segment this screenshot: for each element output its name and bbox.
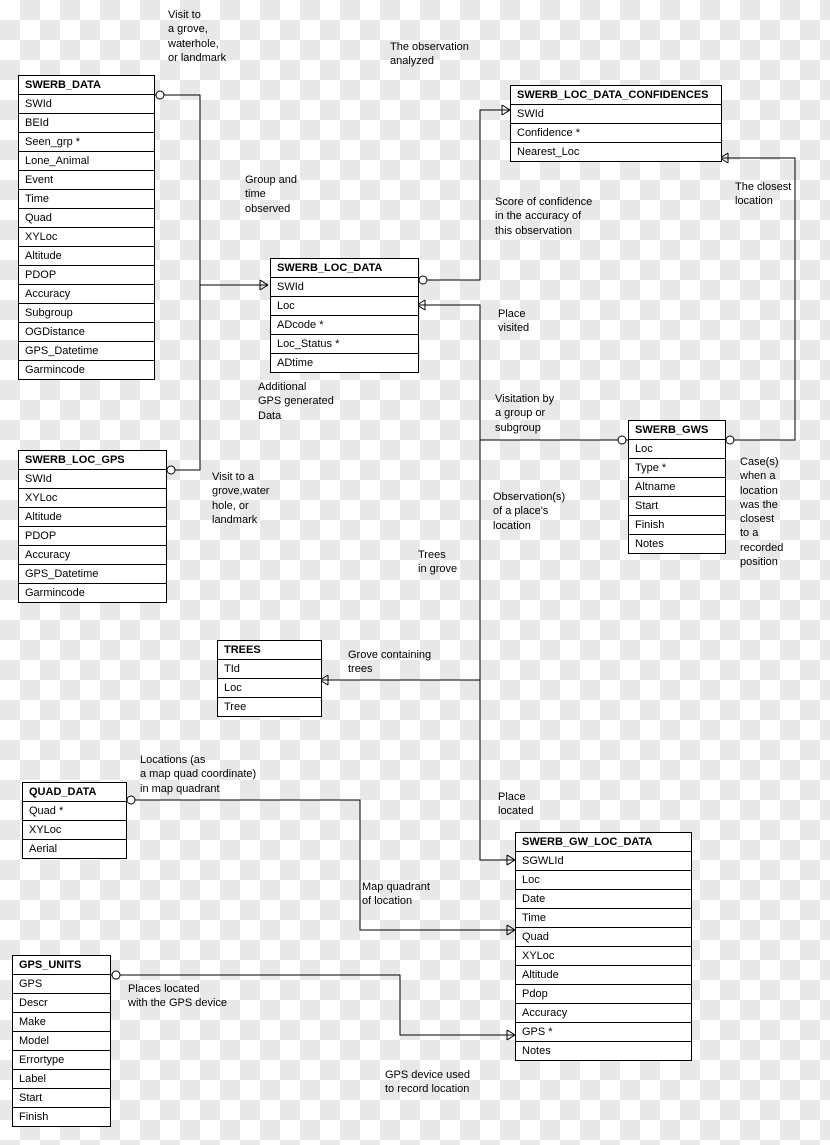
label-place-located: Place located [498,790,533,819]
label-visit-grove: Visit to a grove, waterhole, or landmark [168,8,226,65]
field: GPS_Datetime [19,342,154,361]
field: ADtime [271,354,418,372]
label-additional-gps: Additional GPS generated Data [258,380,334,423]
label-visitation: Visitation by a group or subgroup [495,392,554,435]
field: Quad [516,928,691,947]
field: PDOP [19,527,166,546]
field: SWId [511,105,721,124]
label-locations-quad: Locations (as a map quad coordinate) in … [140,753,256,796]
field: SWId [19,95,154,114]
field: Make [13,1013,110,1032]
label-cases-when: Case(s) when a location was the closest … [740,455,783,569]
field: XYLoc [516,947,691,966]
field: XYLoc [23,821,126,840]
entity-swerb-loc-data: SWERB_LOC_DATA SWId Loc ADcode * Loc_Sta… [270,258,419,373]
field: Errortype [13,1051,110,1070]
field: Loc [629,440,725,459]
field: BEId [19,114,154,133]
field: Confidence * [511,124,721,143]
field: Quad * [23,802,126,821]
field: GPS * [516,1023,691,1042]
field: Subgroup [19,304,154,323]
label-gps-device: GPS device used to record location [385,1068,470,1097]
field: Altitude [19,247,154,266]
entity-swerb-data: SWERB_DATA SWId BEId Seen_grp * Lone_Ani… [18,75,155,380]
label-map-quadrant: Map quadrant of location [362,880,430,909]
field: GPS [13,975,110,994]
field: PDOP [19,266,154,285]
field: Event [19,171,154,190]
field: Lone_Animal [19,152,154,171]
label-places-located: Places located with the GPS device [128,982,227,1011]
field: Start [13,1089,110,1108]
field: Type * [629,459,725,478]
field: Loc [516,871,691,890]
field: Aerial [23,840,126,858]
label-visit-grove2: Visit to a grove,water hole, or landmark [212,470,269,527]
entity-title: SWERB_DATA [19,76,154,95]
entity-swerb-gws: SWERB_GWS Loc Type * Altname Start Finis… [628,420,726,554]
entity-title: SWERB_LOC_GPS [19,451,166,470]
entity-quad-data: QUAD_DATA Quad * XYLoc Aerial [22,782,127,859]
field: Altitude [19,508,166,527]
field: Accuracy [19,285,154,304]
label-closest-loc: The closest location [735,180,791,209]
field: Garmincode [19,361,154,379]
field: Pdop [516,985,691,1004]
entity-title: SWERB_LOC_DATA_CONFIDENCES [511,86,721,105]
entity-title: SWERB_GWS [629,421,725,440]
field: SWId [19,470,166,489]
field: Garmincode [19,584,166,602]
field: Time [516,909,691,928]
field: Finish [629,516,725,535]
entity-title: SWERB_GW_LOC_DATA [516,833,691,852]
entity-trees: TREES TId Loc Tree [217,640,322,717]
field: Altname [629,478,725,497]
field: SGWLId [516,852,691,871]
field: XYLoc [19,489,166,508]
label-grove-containing: Grove containing trees [348,648,431,677]
field: Seen_grp * [19,133,154,152]
field: OGDistance [19,323,154,342]
label-place-visited: Place visited [498,307,529,336]
field: Time [19,190,154,209]
field: Label [13,1070,110,1089]
field: Loc [271,297,418,316]
entity-title: GPS_UNITS [13,956,110,975]
field: ADcode * [271,316,418,335]
field: SWId [271,278,418,297]
entity-swerb-loc-data-confidences: SWERB_LOC_DATA_CONFIDENCES SWId Confiden… [510,85,722,162]
field: Notes [629,535,725,553]
field: Accuracy [19,546,166,565]
label-obs-place: Observation(s) of a place's location [493,490,565,533]
field: Accuracy [516,1004,691,1023]
field: Loc [218,679,321,698]
entity-title: SWERB_LOC_DATA [271,259,418,278]
field: Notes [516,1042,691,1060]
label-group-time: Group and time observed [245,173,297,216]
entity-gps-units: GPS_UNITS GPS Descr Make Model Errortype… [12,955,111,1127]
field: XYLoc [19,228,154,247]
field: Descr [13,994,110,1013]
entity-title: TREES [218,641,321,660]
entity-title: QUAD_DATA [23,783,126,802]
field: Loc_Status * [271,335,418,354]
field: Tree [218,698,321,716]
field: Nearest_Loc [511,143,721,161]
field: TId [218,660,321,679]
entity-swerb-loc-gps: SWERB_LOC_GPS SWId XYLoc Altitude PDOP A… [18,450,167,603]
entity-swerb-gw-loc-data: SWERB_GW_LOC_DATA SGWLId Loc Date Time Q… [515,832,692,1061]
field: Date [516,890,691,909]
field: Altitude [516,966,691,985]
field: Quad [19,209,154,228]
label-score-conf: Score of confidence in the accuracy of t… [495,195,592,238]
field: Model [13,1032,110,1051]
label-trees-in-grove: Trees in grove [418,548,457,577]
label-observation-analyzed: The observation analyzed [390,40,469,69]
field: Finish [13,1108,110,1126]
field: Start [629,497,725,516]
field: GPS_Datetime [19,565,166,584]
